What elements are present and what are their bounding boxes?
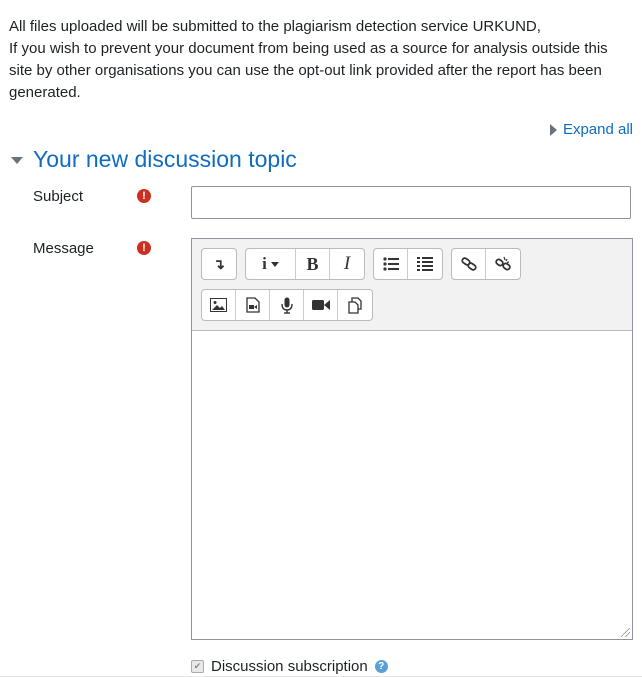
expand-all-label: Expand all <box>562 121 633 138</box>
expand-all-link[interactable]: Expand all <box>549 121 633 138</box>
toolbar-row-2 <box>201 289 373 321</box>
ordered-list-button[interactable] <box>408 249 442 279</box>
subscription-checkbox[interactable]: ✔ <box>191 660 204 673</box>
manage-files-icon <box>348 296 362 314</box>
required-icon: ! <box>137 189 151 203</box>
unlink-button[interactable] <box>486 249 520 279</box>
unordered-list-icon <box>382 257 399 271</box>
toolbar-group <box>201 289 373 321</box>
discussion-subscription: ✔ Discussion subscription ? <box>191 658 388 675</box>
media-button[interactable] <box>236 290 270 320</box>
required-icon: ! <box>137 241 151 255</box>
record-audio-icon <box>280 297 293 314</box>
ordered-list-icon <box>417 257 433 271</box>
message-text-area[interactable] <box>192 330 632 639</box>
message-editor: ↴ i B I <box>191 238 633 640</box>
record-audio-button[interactable] <box>270 290 304 320</box>
image-button[interactable] <box>202 290 236 320</box>
help-icon[interactable]: ? <box>374 660 388 673</box>
toolbar-group <box>451 248 521 280</box>
toolbar-group: i B I <box>245 248 365 280</box>
record-video-icon <box>311 300 330 310</box>
caret-right-icon <box>549 123 557 136</box>
bold-icon: B <box>306 253 319 274</box>
caret-down-icon <box>11 157 23 164</box>
italic-icon: I <box>343 253 351 274</box>
toolbar-toggle-button[interactable]: ↴ <box>202 249 236 279</box>
link-icon <box>460 257 477 271</box>
subject-input[interactable] <box>191 186 631 219</box>
toolbar-group <box>373 248 443 280</box>
resize-handle-icon[interactable] <box>621 628 630 637</box>
paragraph-styles-button[interactable]: i <box>246 249 296 279</box>
section-header[interactable]: Your new discussion topic <box>11 146 297 173</box>
notice-line-1: All files uploaded will be submitted to … <box>9 18 541 35</box>
subscription-label: Discussion subscription <box>211 658 368 675</box>
unordered-list-button[interactable] <box>374 249 408 279</box>
plagiarism-notice: All files uploaded will be submitted to … <box>9 16 634 104</box>
link-button[interactable] <box>452 249 486 279</box>
toolbar-group: ↴ <box>201 248 237 280</box>
toolbar-row-1: ↴ i B I <box>201 248 521 280</box>
toolbar-toggle-icon: ↴ <box>213 255 225 272</box>
record-video-button[interactable] <box>304 290 338 320</box>
bold-button[interactable]: B <box>296 249 330 279</box>
media-icon <box>245 297 260 313</box>
manage-files-button[interactable] <box>338 290 372 320</box>
paragraph-styles-icon: i <box>262 254 279 274</box>
image-icon <box>210 298 227 312</box>
notice-line-2: If you wish to prevent your document fro… <box>9 40 608 101</box>
italic-button[interactable]: I <box>330 249 364 279</box>
section-title: Your new discussion topic <box>33 146 297 172</box>
message-label: Message <box>33 240 94 257</box>
unlink-icon <box>495 256 511 271</box>
subject-label: Subject <box>33 188 84 205</box>
